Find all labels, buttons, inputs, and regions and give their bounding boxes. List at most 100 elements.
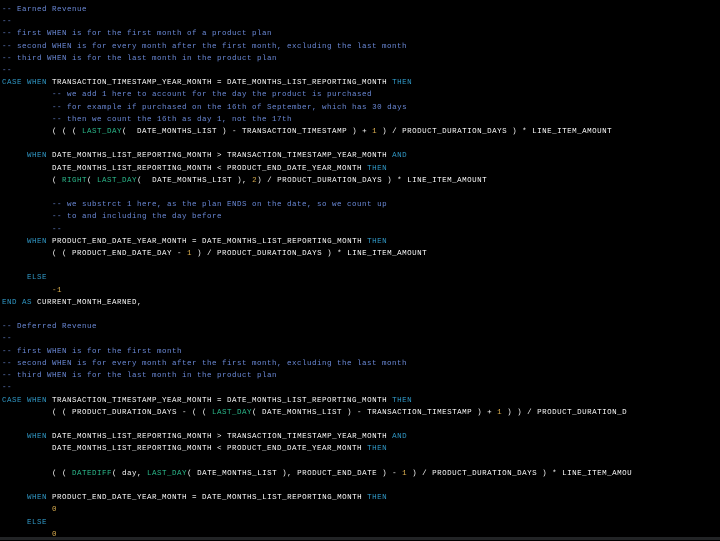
code-line[interactable] [2,456,720,468]
code-token: AND [392,433,407,441]
code-line[interactable]: ( ( ( LAST_DAY( DATE_MONTHS_LIST ) - TRA… [2,126,720,138]
code-line[interactable]: CASE WHEN TRANSACTION_TIMESTAMP_YEAR_MON… [2,77,720,89]
code-line[interactable]: -- first WHEN is for the first month [2,346,720,358]
code-line[interactable]: WHEN DATE_MONTHS_LIST_REPORTING_MONTH > … [2,150,720,162]
code-token [2,494,27,502]
code-line[interactable]: -- Earned Revenue [2,4,720,16]
code-token: THEN [392,397,412,405]
code-line[interactable]: -- first WHEN is for the first month of … [2,28,720,40]
code-line[interactable]: -- [2,224,720,236]
code-line[interactable]: -- second WHEN is for every month after … [2,41,720,53]
code-token [2,445,52,453]
code-token: DATEDIFF [72,470,112,478]
code-token: WHEN [27,494,47,502]
code-token: ( ( ( [2,128,82,136]
code-token: -- [2,18,12,26]
code-token: LAST_DAY [212,409,252,417]
code-token: -- then we count the 16th as day 1, not … [52,116,292,124]
code-line[interactable]: ( RIGHT( LAST_DAY( DATE_MONTHS_LIST ), 2… [2,175,720,187]
code-token: ( ( PRODUCT_END_DATE_DAY - [2,250,187,258]
code-line[interactable]: -- third WHEN is for the last month in t… [2,53,720,65]
code-line[interactable]: -- [2,382,720,394]
code-token: 0 [52,506,57,514]
code-token: ) / PRODUCT_DURATION_DAYS ) * LINE_ITEM_… [192,250,427,258]
code-token [2,226,52,234]
code-token [2,506,52,514]
code-token [2,91,52,99]
code-token: PRODUCT_END_DATE_YEAR_MONTH = DATE_MONTH… [47,494,367,502]
code-line[interactable] [2,480,720,492]
code-line[interactable]: WHEN PRODUCT_END_DATE_YEAR_MONTH = DATE_… [2,236,720,248]
code-token: LAST_DAY [82,128,122,136]
code-token: -- third WHEN is for the last month in t… [2,372,277,380]
code-line[interactable]: 0 [2,504,720,516]
code-token: LAST_DAY [147,470,187,478]
code-token: WHEN [27,433,47,441]
code-token: ) / PRODUCT_DURATION_DAYS ) * LINE_ITEM_… [257,177,487,185]
code-line[interactable]: -- [2,65,720,77]
code-token: ) ) / PRODUCT_DURATION_D [502,409,627,417]
code-editor[interactable]: -- Earned Revenue -- -- first WHEN is for … [0,0,720,541]
code-line[interactable]: -- for example if purchased on the 16th … [2,102,720,114]
code-token: WHEN [27,152,47,160]
code-line[interactable] [2,260,720,272]
code-token: CASE WHEN [2,79,47,87]
code-line[interactable] [2,419,720,431]
code-line[interactable]: ( ( DATEDIFF( day, LAST_DAY( DATE_MONTHS… [2,468,720,480]
code-token: -- second WHEN is for every month after … [2,360,407,368]
code-token [2,238,27,246]
code-line[interactable]: -- [2,16,720,28]
code-token [2,274,27,282]
code-line[interactable]: DATE_MONTHS_LIST_REPORTING_MONTH < PRODU… [2,163,720,175]
code-token: -- [2,335,12,343]
code-line[interactable]: -- we substrct 1 here, as the plan ENDS … [2,199,720,211]
code-token: THEN [367,238,387,246]
code-line[interactable]: WHEN DATE_MONTHS_LIST_REPORTING_MONTH > … [2,431,720,443]
code-token: ( [87,177,97,185]
code-line[interactable]: -- Deferred Revenue [2,321,720,333]
code-token: AND [392,152,407,160]
code-token: LAST_DAY [97,177,137,185]
code-line[interactable] [2,309,720,321]
code-line[interactable]: DATE_MONTHS_LIST_REPORTING_MONTH < PRODU… [2,443,720,455]
code-line[interactable]: ELSE [2,517,720,529]
code-line[interactable]: -- second WHEN is for every month after … [2,358,720,370]
code-token: -- we add 1 here to account for the day … [52,91,372,99]
code-token: -- we substrct 1 here, as the plan ENDS … [52,201,387,209]
code-token: ( ( [2,470,72,478]
code-token: THEN [367,445,387,453]
code-line[interactable]: CASE WHEN TRANSACTION_TIMESTAMP_YEAR_MON… [2,395,720,407]
code-token: -- first WHEN is for the first month of … [2,30,272,38]
code-line[interactable]: -- to and including the day before [2,211,720,223]
code-line[interactable]: -- [2,333,720,345]
code-token [2,201,52,209]
code-line[interactable]: -- we add 1 here to account for the day … [2,89,720,101]
code-token: ) / PRODUCT_DURATION_DAYS ) * LINE_ITEM_… [407,470,632,478]
code-token: WHEN [27,238,47,246]
code-token: TRANSACTION_TIMESTAMP_YEAR_MONTH = DATE_… [47,397,392,405]
code-token: PRODUCT_END_DATE_YEAR_MONTH = DATE_MONTH… [47,238,367,246]
code-line[interactable] [2,138,720,150]
code-token: DATE_MONTHS_LIST_REPORTING_MONTH > TRANS… [47,152,392,160]
code-token: -- first WHEN is for the first month [2,348,182,356]
code-line[interactable]: ( ( PRODUCT_DURATION_DAYS - ( ( LAST_DAY… [2,407,720,419]
code-line[interactable]: ( ( PRODUCT_END_DATE_DAY - 1 ) / PRODUCT… [2,248,720,260]
code-token: THEN [392,79,412,87]
code-token [2,165,52,173]
code-token: -1 [52,287,62,295]
code-line[interactable]: -- then we count the 16th as day 1, not … [2,114,720,126]
code-token: TRANSACTION_TIMESTAMP_YEAR_MONTH = DATE_… [47,79,392,87]
code-line[interactable]: -- third WHEN is for the last month in t… [2,370,720,382]
code-line[interactable]: -1 [2,285,720,297]
code-token [2,213,52,221]
code-line[interactable] [2,187,720,199]
code-line[interactable]: WHEN PRODUCT_END_DATE_YEAR_MONTH = DATE_… [2,492,720,504]
code-token: -- Deferred Revenue [2,323,97,331]
code-token [2,287,52,295]
code-token: -- third WHEN is for the last month in t… [2,55,277,63]
code-token: DATE_MONTHS_LIST_REPORTING_MONTH < PRODU… [52,445,367,453]
code-token: -- Earned Revenue [2,6,87,14]
code-token: ( DATE_MONTHS_LIST ), PRODUCT_END_DATE )… [187,470,402,478]
code-line[interactable]: ELSE [2,272,720,284]
code-line[interactable]: END AS CURRENT_MONTH_EARNED, [2,297,720,309]
